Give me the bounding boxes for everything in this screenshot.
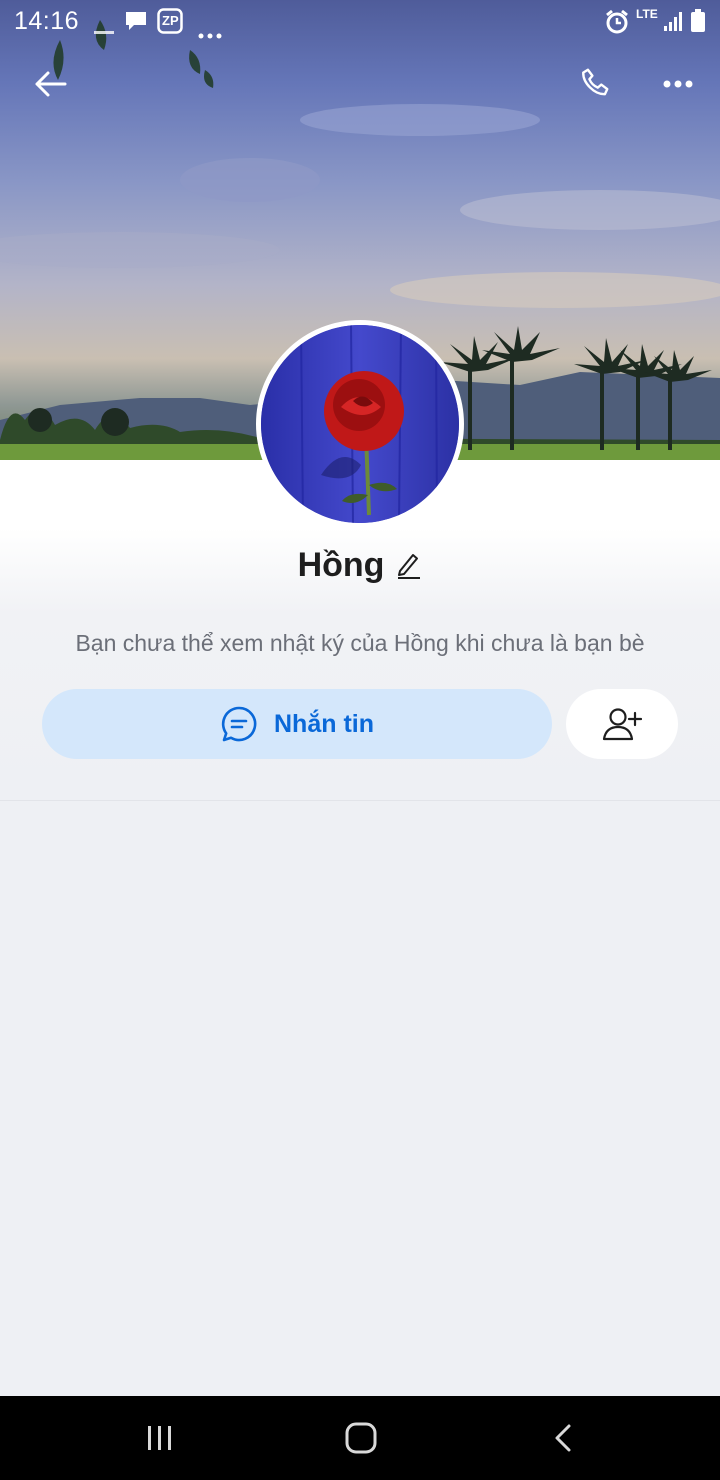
profile-name: Hồng bbox=[297, 545, 385, 584]
system-back-button[interactable] bbox=[533, 1416, 593, 1460]
message-button-label: Nhắn tin bbox=[274, 709, 374, 738]
home-button[interactable] bbox=[331, 1416, 391, 1460]
more-options-button[interactable] bbox=[652, 58, 704, 110]
signal-icon bbox=[664, 10, 684, 39]
edit-name-button[interactable] bbox=[396, 551, 422, 579]
network-label: LTE bbox=[636, 7, 658, 21]
home-icon bbox=[345, 1422, 377, 1454]
avatar[interactable] bbox=[256, 320, 464, 528]
recents-icon bbox=[148, 1426, 171, 1450]
message-icon bbox=[124, 10, 148, 39]
ereader-icon bbox=[94, 16, 114, 44]
back-icon bbox=[555, 1424, 571, 1452]
battery-icon bbox=[690, 9, 706, 40]
phone-icon bbox=[582, 68, 609, 96]
recents-button[interactable] bbox=[130, 1416, 190, 1460]
back-button[interactable] bbox=[24, 58, 76, 110]
back-arrow-icon bbox=[35, 71, 67, 97]
more-icon bbox=[663, 80, 693, 88]
add-friend-icon bbox=[602, 708, 642, 741]
friend-only-notice: Bạn chưa thể xem nhật ký của Hồng khi ch… bbox=[75, 630, 645, 656]
message-button[interactable]: Nhắn tin bbox=[42, 689, 552, 759]
call-button[interactable] bbox=[570, 58, 622, 110]
zp-icon: ZP bbox=[157, 8, 183, 41]
alarm-icon bbox=[604, 9, 630, 42]
zp-label: ZP bbox=[162, 13, 179, 28]
system-nav-bar bbox=[0, 1396, 720, 1480]
chat-bubble-icon bbox=[221, 706, 257, 742]
status-bar: 14:16 ZP LTE bbox=[0, 0, 720, 42]
status-time: 14:16 bbox=[14, 7, 80, 35]
add-friend-button[interactable] bbox=[566, 689, 678, 759]
section-divider bbox=[0, 800, 720, 801]
avatar-rose-image bbox=[261, 325, 459, 523]
pencil-icon bbox=[398, 554, 421, 579]
more-dots-icon bbox=[198, 18, 222, 46]
name-row: Hồng bbox=[0, 543, 720, 587]
